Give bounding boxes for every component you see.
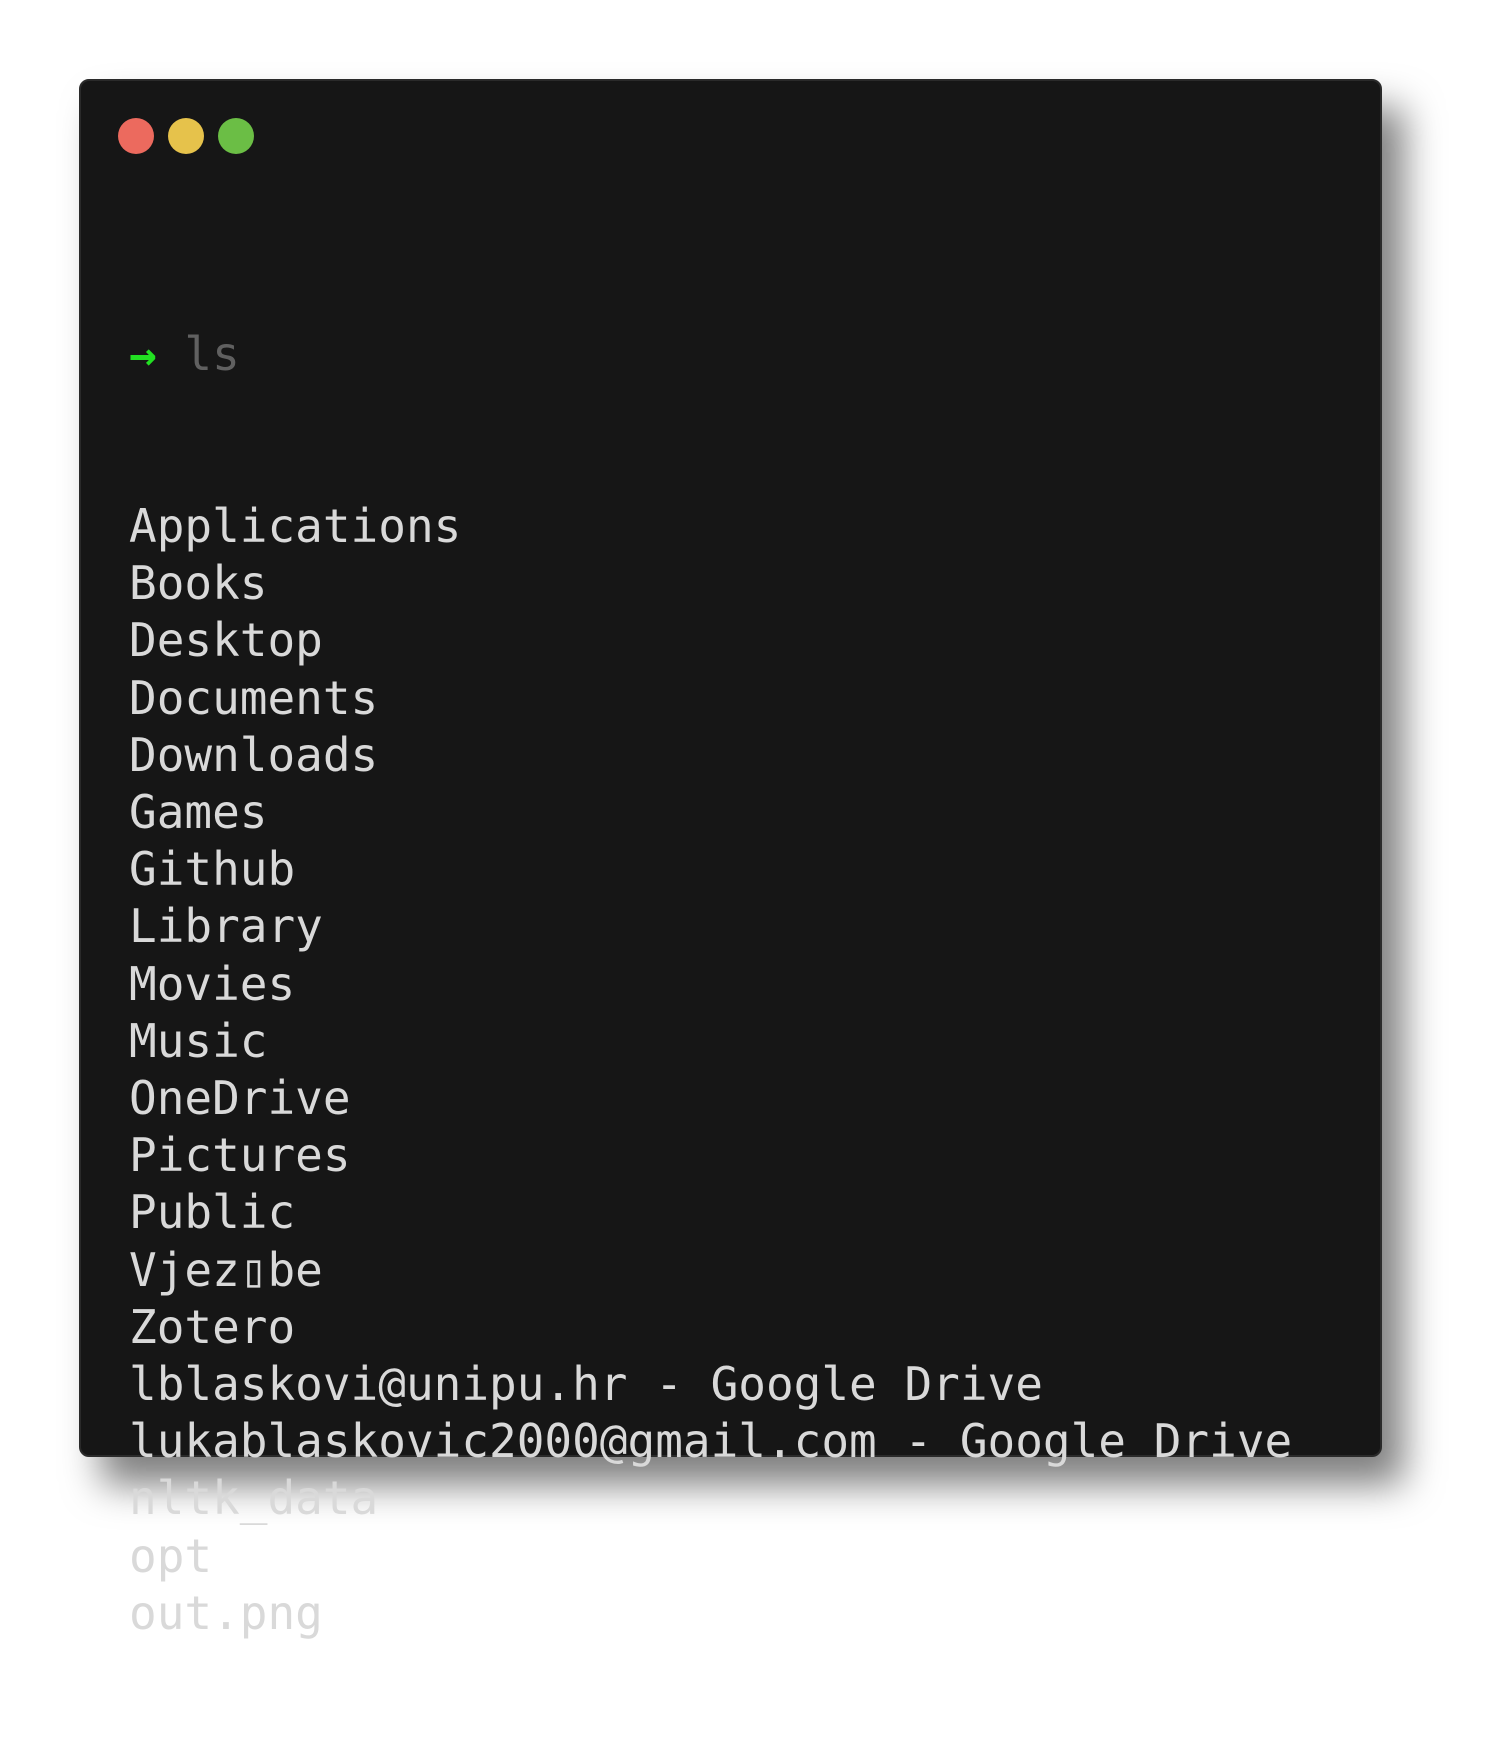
- ls-entry: Library: [129, 899, 323, 954]
- ls-entry: Zotero: [129, 1299, 296, 1354]
- minimize-button[interactable]: [168, 118, 204, 154]
- ls-entry: OneDrive: [129, 1071, 351, 1126]
- maximize-button[interactable]: [218, 118, 254, 154]
- ls-entry: Github: [129, 842, 296, 897]
- ls-entry: Movies: [129, 956, 296, 1011]
- ls-entry: Desktop: [129, 613, 323, 668]
- ls-entry: Pictures: [129, 1128, 351, 1183]
- ls-entry: lukablaskovic2000@gmail.com - Google Dri…: [129, 1414, 1293, 1469]
- prompt-line: → ls: [129, 326, 1292, 383]
- ls-entry: lblaskovi@unipu.hr - Google Drive: [129, 1357, 1043, 1412]
- ls-entry: Books: [129, 556, 268, 611]
- ls-entry: Applications: [129, 499, 462, 554]
- close-button[interactable]: [118, 118, 154, 154]
- ls-entry: Vjez▯be: [129, 1242, 323, 1297]
- ls-entry: Documents: [129, 670, 379, 725]
- ls-entry: Downloads: [129, 727, 379, 782]
- command-text: ls: [184, 327, 240, 382]
- ls-entry: Public: [129, 1185, 296, 1240]
- ls-entry: out.png: [129, 1585, 323, 1640]
- ls-output-list: Applications Books Desktop Documents Downloa…: [129, 498, 1292, 1642]
- terminal-window: → ls Applications Books Desktop Documents Do…: [79, 79, 1382, 1640]
- ls-entry: opt: [129, 1528, 213, 1583]
- ls-entry: nltk_data: [129, 1471, 379, 1526]
- ls-entry: Music: [129, 1013, 268, 1068]
- ls-entry: Games: [129, 785, 268, 840]
- terminal-output[interactable]: → ls Applications Books Desktop Documents Do…: [129, 212, 1292, 1756]
- prompt-arrow-icon: →: [129, 327, 157, 382]
